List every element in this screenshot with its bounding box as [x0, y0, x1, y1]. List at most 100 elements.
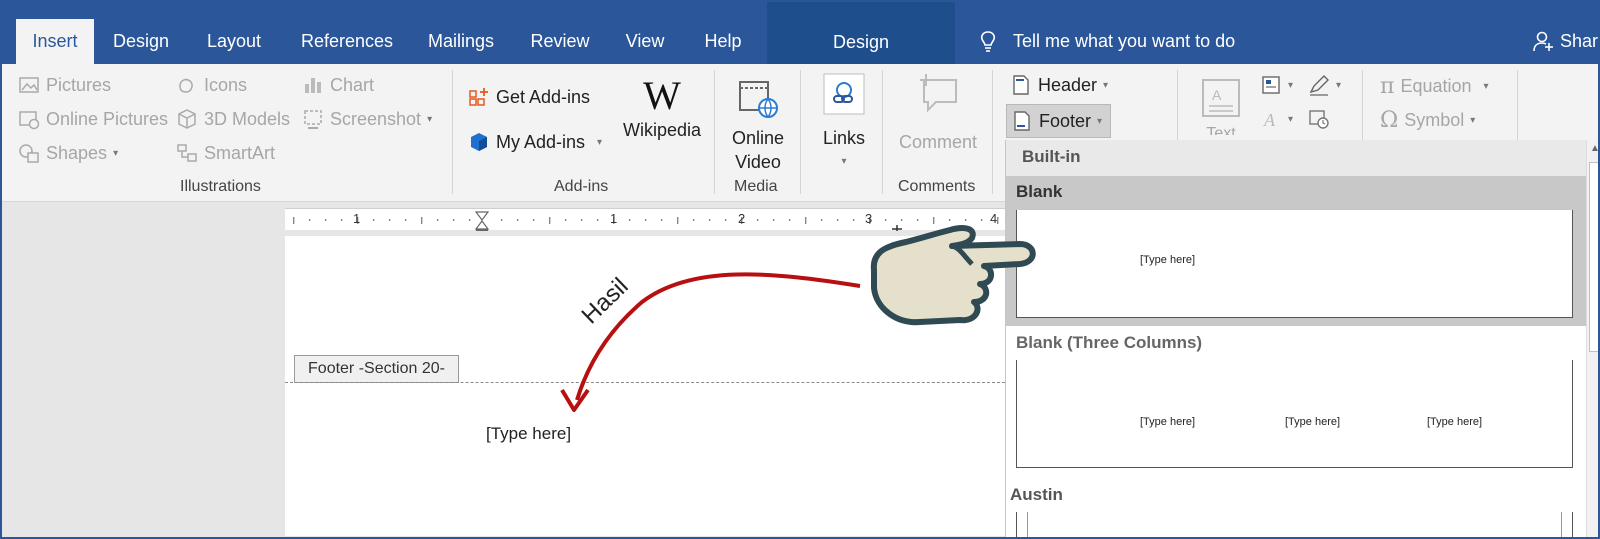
smartart-button[interactable]: SmartArt	[176, 142, 275, 164]
ruler-tick	[437, 219, 439, 221]
thumbnail-placeholder: [Type here]	[1140, 254, 1196, 266]
ruler-tick	[805, 217, 807, 224]
footer-placeholder-text[interactable]: [Type here]	[486, 424, 571, 444]
footer-button[interactable]: Footer ▾	[1006, 104, 1112, 138]
icons-label: Icons	[204, 74, 248, 95]
ruler-tick	[405, 219, 407, 221]
online-picture-icon	[19, 111, 40, 130]
thumbnail-placeholder: [Type here]	[1140, 416, 1196, 428]
links-button[interactable]: Links ▾	[810, 72, 878, 174]
scroll-up-icon[interactable]: ▲	[1590, 143, 1598, 154]
wordart-button[interactable]: A ▾	[1260, 108, 1293, 130]
tab-design[interactable]: Design	[102, 19, 180, 64]
tab-header-footer-design[interactable]: Design	[767, 2, 955, 64]
tab-insert[interactable]: Insert	[16, 19, 94, 64]
get-addins-button[interactable]: Get Add-ins	[468, 86, 590, 108]
scrollbar-thumb[interactable]	[1589, 162, 1598, 352]
chevron-down-icon: ▾	[1288, 113, 1294, 125]
tell-me-text: Tell me what you want to do	[1013, 30, 1236, 51]
wikipedia-icon: W	[643, 73, 681, 118]
footer-gallery-dropdown[interactable]: Built-in Blank [Type here] Blank (Three …	[1005, 140, 1598, 537]
online-pictures-button[interactable]: Online Pictures	[18, 108, 168, 130]
gallery-item-label: Blank (Three Columns)	[1016, 333, 1203, 352]
header-label: Header	[1038, 74, 1098, 95]
tab-help[interactable]: Help	[692, 19, 754, 64]
ruler-tick	[821, 219, 823, 221]
chart-button[interactable]: Chart	[302, 74, 374, 96]
ruler-tick	[725, 219, 727, 221]
symbol-label: Symbol	[1404, 110, 1465, 130]
signature-line-button[interactable]: ▾	[1308, 74, 1341, 96]
ruler-tick	[325, 219, 327, 221]
ruler-number: 1	[610, 211, 618, 226]
gallery-item-three-columns[interactable]: [Type here] [Type here] [Type here]	[1016, 360, 1573, 468]
gallery-item-blank[interactable]: Blank [Type here]	[1006, 176, 1586, 326]
addin-icon	[471, 133, 487, 151]
quick-parts-button[interactable]: ▾	[1260, 74, 1293, 96]
symbol-button[interactable]: Ω Symbol ▾	[1380, 108, 1475, 133]
tab-review[interactable]: Review	[522, 19, 598, 64]
ribbon-separator	[452, 70, 453, 194]
pictures-button[interactable]: Pictures	[18, 74, 111, 96]
ruler-tick	[661, 219, 663, 221]
online-video-label-2: Video	[735, 152, 781, 172]
tab-view[interactable]: View	[612, 19, 678, 64]
share-button[interactable]: Share	[1532, 30, 1599, 52]
header-button[interactable]: Header ▾	[1010, 74, 1108, 96]
tell-me-box[interactable]: Tell me what you want to do	[977, 30, 1235, 52]
ribbon-separator	[992, 70, 993, 194]
wordart-icon: A	[1263, 110, 1276, 130]
date-time-button[interactable]	[1308, 108, 1330, 130]
ruler-tick	[853, 219, 855, 221]
ruler-tick	[453, 219, 455, 221]
footer-label: Footer	[1039, 110, 1092, 131]
icons-icon	[179, 78, 193, 93]
equation-label: Equation	[1400, 76, 1472, 96]
austin-thumbnail-line	[1561, 512, 1562, 537]
shapes-icon	[19, 144, 39, 163]
illustrations-group-label: Illustrations	[180, 178, 261, 195]
online-video-icon	[739, 81, 778, 118]
ruler-tick	[373, 219, 375, 221]
pointing-hand-icon	[870, 225, 1036, 326]
link-icon	[823, 73, 865, 115]
smartart-icon	[177, 144, 197, 162]
gallery-item-label: Blank	[1016, 182, 1063, 201]
equation-button[interactable]: π Equation ▾	[1380, 74, 1489, 99]
comment-button[interactable]: Comment	[890, 72, 986, 154]
ruler-tick	[533, 219, 535, 221]
shapes-button[interactable]: Shapes ▾	[18, 142, 118, 164]
ruler-tick	[789, 219, 791, 221]
my-addins-button[interactable]: My Add-ins ▾	[468, 131, 602, 153]
shapes-label: Shapes	[46, 142, 108, 163]
share-label: Share	[1560, 30, 1599, 51]
ruler-tick	[709, 219, 711, 221]
online-video-label-1: Online	[731, 128, 785, 148]
chevron-down-icon: ▾	[841, 156, 847, 167]
quick-parts-icon	[1262, 76, 1280, 94]
austin-thumbnail-line	[1027, 512, 1028, 537]
ruler-tick	[645, 219, 647, 221]
chevron-down-icon: ▾	[1470, 115, 1476, 126]
text-box-button[interactable]: A Text	[1194, 76, 1248, 135]
screenshot-button[interactable]: Screenshot ▾	[302, 108, 432, 130]
cube-icon	[178, 109, 196, 129]
gallery-scrollbar[interactable]: ▲	[1586, 140, 1598, 537]
3d-models-button[interactable]: 3D Models	[176, 108, 290, 130]
online-video-button[interactable]: Online Video	[724, 76, 792, 174]
chevron-down-icon: ▾	[427, 113, 433, 125]
wikipedia-label: Wikipedia	[622, 120, 702, 140]
icons-button[interactable]: Icons	[176, 74, 247, 96]
footer-boundary-line	[285, 382, 1005, 383]
chevron-down-icon: ▾	[1336, 79, 1342, 91]
chevron-down-icon: ▾	[1103, 79, 1109, 91]
online-pictures-label: Online Pictures	[46, 108, 169, 129]
comment-label: Comment	[898, 132, 978, 152]
tab-references[interactable]: References	[292, 19, 402, 64]
wikipedia-button[interactable]: W Wikipedia	[614, 74, 710, 142]
ruler-tick	[549, 217, 551, 224]
tab-mailings[interactable]: Mailings	[416, 19, 506, 64]
chevron-down-icon: ▾	[1097, 115, 1103, 127]
gallery-item-austin[interactable]	[1016, 512, 1573, 537]
tab-layout[interactable]: Layout	[194, 19, 274, 64]
